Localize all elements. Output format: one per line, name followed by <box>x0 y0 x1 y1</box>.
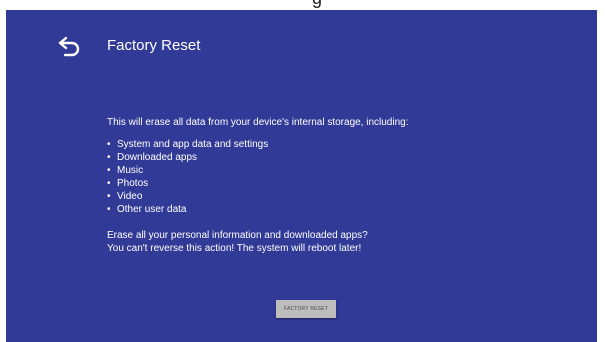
back-arrow-icon <box>58 36 80 57</box>
back-button[interactable] <box>56 36 82 58</box>
warning-line-1: Erase all your personal information and … <box>107 230 368 241</box>
bullet-icon: • <box>107 165 111 176</box>
list-item: • Video <box>107 190 567 203</box>
bullet-icon: • <box>107 191 111 202</box>
list-item: • Downloaded apps <box>107 151 567 164</box>
list-item: • Photos <box>107 177 567 190</box>
erase-items-list: • System and app data and settings • Downl… <box>107 138 567 216</box>
list-item-label: Downloaded apps <box>117 152 198 163</box>
bullet-icon: • <box>107 204 111 215</box>
list-item-label: Photos <box>117 178 149 189</box>
list-item: • System and app data and settings <box>107 138 567 151</box>
factory-reset-button[interactable]: FACTORY RESET <box>276 300 336 318</box>
bullet-icon: • <box>107 178 111 189</box>
list-item: • Other user data <box>107 203 567 216</box>
list-item-label: Music <box>117 165 144 176</box>
intro-text: This will erase all data from your devic… <box>107 117 409 128</box>
bullet-icon: • <box>107 152 111 163</box>
clipped-glyph: g <box>312 0 322 9</box>
warning-text: Erase all your personal information and … <box>107 229 567 255</box>
factory-reset-screen: Factory Reset This will erase all data f… <box>6 10 597 342</box>
list-item-label: System and app data and settings <box>117 139 269 150</box>
warning-line-2: You can't reverse this action! The syste… <box>107 243 362 254</box>
reset-description: This will erase all data from your devic… <box>107 116 567 255</box>
bullet-icon: • <box>107 139 111 150</box>
list-item-label: Video <box>117 191 143 202</box>
list-item: • Music <box>107 164 567 177</box>
list-item-label: Other user data <box>117 204 187 215</box>
top-edge-fragment: g <box>0 0 605 10</box>
page-title: Factory Reset <box>107 37 201 54</box>
